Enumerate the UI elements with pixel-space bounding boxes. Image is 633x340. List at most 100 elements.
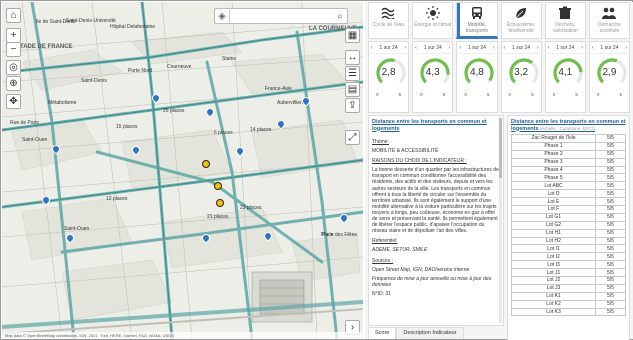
table-row[interactable]: Lot H2 5/5 xyxy=(511,236,626,246)
table-row[interactable]: Lot K2 5/5 xyxy=(511,299,626,309)
bus-stop-marker[interactable] xyxy=(150,92,162,104)
table-row[interactable]: Zac Rouget de l'Isle 5/5 xyxy=(511,134,626,143)
gauge-max: 5 xyxy=(442,92,446,97)
table-cell-zone: Lot D xyxy=(511,189,596,199)
frequency-text: Fréquence de mise à jour annuelle ou mis… xyxy=(372,275,492,288)
table-row[interactable]: Lot J2 5/5 xyxy=(511,276,626,285)
table-row[interactable]: Phase 2 5/5 xyxy=(511,149,626,159)
tab-theme-1[interactable]: Énergie et climat xyxy=(412,2,454,39)
table-row[interactable]: Lot G2 5/5 xyxy=(511,220,626,230)
parking-capacity-label: 22 places xyxy=(240,205,262,211)
map-view[interactable]: Ile de Saint-Denis Saint-Denis-Université… xyxy=(2,2,363,339)
prev-icon[interactable]: ‹ xyxy=(459,45,461,51)
table-row[interactable]: Lot E 5/5 xyxy=(511,197,626,207)
zoom-out-button[interactable]: − xyxy=(6,42,21,57)
map-place-label: Saint-Denis xyxy=(81,78,107,84)
layer-list-button[interactable]: ☰ xyxy=(345,66,360,81)
indicator-title: Distance entre les transports en commun … xyxy=(372,119,487,132)
gauge-pager: ‹ 1 sur 24 › xyxy=(501,42,541,54)
map-place-label: Saint-Denis-Université xyxy=(66,18,116,24)
sources-value: Open Street Map, IGN, DAO/service intern… xyxy=(372,266,470,273)
table-cell-score: 5/5 xyxy=(595,307,626,317)
basemap-gallery-button[interactable]: ▦ xyxy=(345,28,360,43)
table-cell-score: 5/5 xyxy=(595,252,626,262)
bus-stop-marker[interactable] xyxy=(338,212,350,224)
share-button[interactable]: ⇪ xyxy=(345,98,360,113)
map-place-label: Rue de Paris xyxy=(10,120,39,126)
table-title: Distance entre les transports en commun … xyxy=(511,119,626,132)
prev-icon[interactable]: ‹ xyxy=(548,45,550,51)
bus-stop-marker[interactable] xyxy=(204,106,216,118)
table-cell-zone: Lot J1 xyxy=(511,268,596,278)
tab-theme-2[interactable]: Mobilité, transports xyxy=(456,2,498,39)
compass-button[interactable]: ◎ xyxy=(6,60,21,75)
bus-stop-marker[interactable] xyxy=(275,118,287,130)
table-row[interactable]: Lot J1 5/5 xyxy=(511,268,626,278)
bus-stop-marker[interactable] xyxy=(40,194,52,206)
leaf-icon xyxy=(514,6,528,20)
description-scrollbar[interactable] xyxy=(499,118,502,323)
bus-stop-marker[interactable] xyxy=(300,95,312,107)
table-row[interactable]: Lot J3 5/5 xyxy=(511,283,626,293)
home-button[interactable]: ⌂ xyxy=(6,8,21,23)
tab-theme-4[interactable]: Déchets, valorisation xyxy=(544,2,586,39)
table-row[interactable]: Lot H1 5/5 xyxy=(511,228,626,238)
table-row[interactable]: Phase 1 5/5 xyxy=(511,141,626,151)
tab-theme-3[interactable]: Écosystème, biodiversité xyxy=(500,2,542,39)
bus-stop-marker[interactable] xyxy=(50,143,62,155)
map-canvas xyxy=(2,2,363,339)
table-row[interactable]: Lot I3 5/5 xyxy=(511,260,626,270)
map-place-label: Saint-Ouen xyxy=(64,226,90,232)
reasons-text: La bonne desserte d'un quartier par les … xyxy=(372,167,499,235)
table-row[interactable]: Phase 3 5/5 xyxy=(511,157,626,167)
next-icon[interactable]: › xyxy=(537,45,539,51)
tab-description-indicateur[interactable]: Description Indicateur xyxy=(396,327,464,339)
gauge-pager: ‹ 1 sur 24 › xyxy=(369,42,409,54)
table-row[interactable]: Lot K3 5/5 xyxy=(511,307,626,317)
prev-icon[interactable]: ‹ xyxy=(504,45,506,51)
transport-poi-icon[interactable] xyxy=(214,182,222,190)
tab-theme-0[interactable]: Cycle de l'eau xyxy=(368,2,410,39)
next-icon[interactable]: › xyxy=(625,45,627,51)
prev-icon[interactable]: ‹ xyxy=(415,45,417,51)
next-icon[interactable]: › xyxy=(405,45,407,51)
table-row[interactable]: Lot F 5/5 xyxy=(511,205,626,214)
search-icon[interactable]: ⌕ xyxy=(333,11,347,22)
layers-icon[interactable]: ◈ xyxy=(215,11,229,22)
transport-poi-icon[interactable] xyxy=(216,199,224,207)
bus-stop-marker[interactable] xyxy=(130,144,142,156)
next-icon[interactable]: › xyxy=(581,45,583,51)
legend-button[interactable]: ▤ xyxy=(345,82,360,97)
bus-stop-marker[interactable] xyxy=(64,232,76,244)
prev-icon[interactable]: ‹ xyxy=(371,45,373,51)
map-search-bar[interactable]: ◈ ⌕ xyxy=(214,8,348,24)
tab-theme-5[interactable]: Démarche sociétale xyxy=(588,2,631,39)
table-cell-zone: Lot I2 xyxy=(511,252,596,262)
table-row[interactable]: Phase 4 5/5 xyxy=(511,165,626,175)
table-row[interactable]: Lot I1 5/5 xyxy=(511,244,626,254)
gauge-value: 3,2 xyxy=(514,67,529,78)
table-row[interactable]: Lot I2 5/5 xyxy=(511,252,626,262)
bus-stop-marker[interactable] xyxy=(200,232,212,244)
zoom-in-button[interactable]: + xyxy=(6,28,21,43)
table-row[interactable]: Lot D 5/5 xyxy=(511,189,626,199)
table-row[interactable]: Phase 5 5/5 xyxy=(511,173,626,183)
pan-button[interactable]: ✥ xyxy=(6,94,21,109)
bus-stop-marker[interactable] xyxy=(262,230,274,242)
bus-stop-marker[interactable] xyxy=(234,145,246,157)
score-gauge-card: ‹ 1 sur 24 › 2,8 0 5 xyxy=(368,41,410,113)
table-row[interactable]: Lot K1 5/5 xyxy=(511,291,626,301)
locate-button[interactable]: ⊕ xyxy=(6,76,21,91)
next-icon[interactable]: › xyxy=(493,45,495,51)
table-cell-zone: Phase 3 xyxy=(511,157,596,167)
parking-capacity-label: 21 places xyxy=(207,214,229,220)
transport-poi-icon[interactable] xyxy=(202,160,210,168)
tab-score[interactable]: Score xyxy=(368,327,397,339)
prev-icon[interactable]: ‹ xyxy=(592,45,594,51)
table-cell-score: 5/5 xyxy=(595,141,626,151)
table-row[interactable]: Lot ABC 5/5 xyxy=(511,181,626,191)
measure-button[interactable]: ↔ xyxy=(345,50,360,65)
table-row[interactable]: Lot G1 5/5 xyxy=(511,212,626,222)
fullscreen-button[interactable]: ⤢ xyxy=(345,130,360,145)
next-icon[interactable]: › xyxy=(449,45,451,51)
